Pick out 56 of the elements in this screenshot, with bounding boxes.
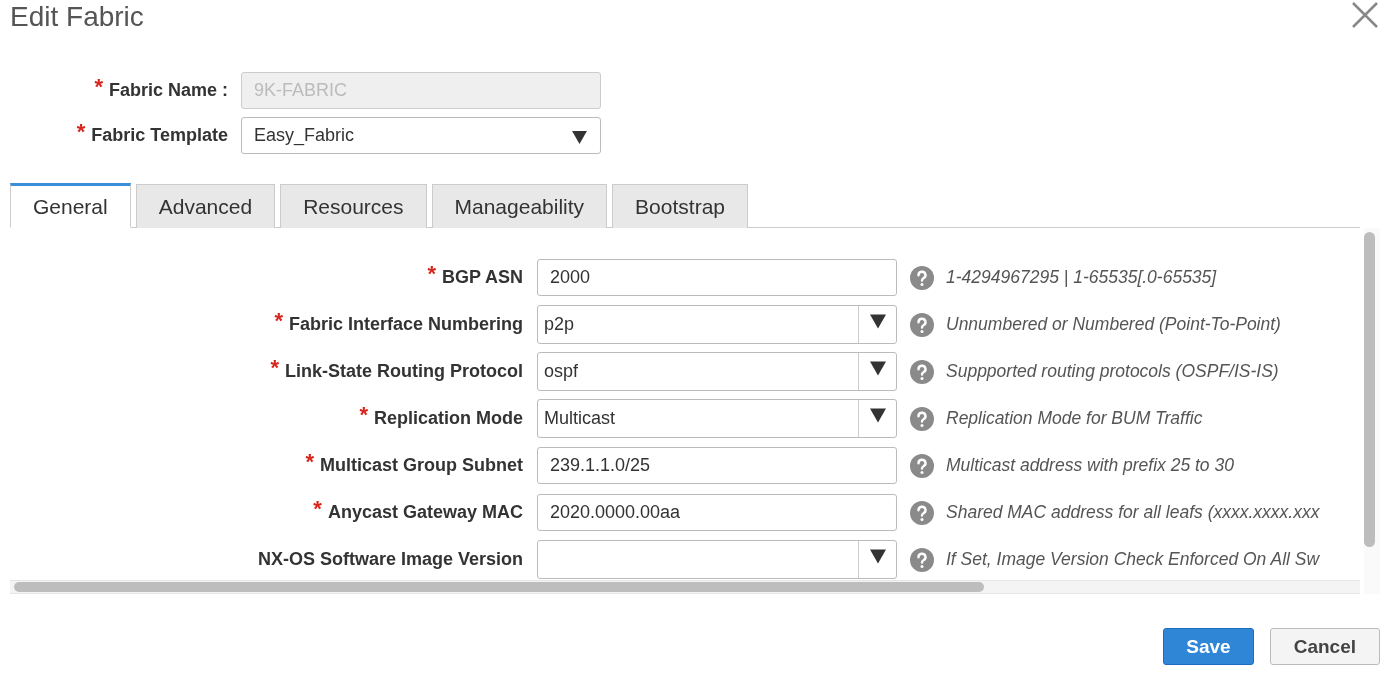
field-label: Multicast Group Subnet <box>320 455 523 476</box>
help-text: If Set, Image Version Check Enforced On All Sw <box>946 549 1320 570</box>
dialog-title: Edit Fabric <box>10 0 144 34</box>
cancel-button[interactable]: Cancel <box>1269 628 1380 665</box>
required-asterisk: * <box>427 262 436 285</box>
required-asterisk: * <box>76 120 86 143</box>
select-field[interactable] <box>537 540 897 579</box>
tab[interactable]: Bootstrap <box>612 184 748 228</box>
required-asterisk: * <box>94 75 103 98</box>
field-label: Replication Mode <box>374 408 523 429</box>
caret-icon <box>869 549 886 564</box>
close-icon <box>1350 0 1380 30</box>
tab[interactable]: Resources <box>280 184 427 228</box>
field-label: Fabric Template <box>91 125 228 146</box>
select-field[interactable]: ospf <box>537 352 897 391</box>
field-label: NX-OS Software Image Version <box>257 549 523 570</box>
help-icon[interactable] <box>910 406 934 431</box>
help-text: 1-4294967295 | 1-65535[.0-65535] <box>946 267 1217 288</box>
required-asterisk: * <box>359 403 368 426</box>
select-field[interactable]: Multicast <box>537 399 897 438</box>
field-label: Fabric Interface Numbering <box>288 314 523 335</box>
field-label: Link-State Routing Protocol <box>285 361 523 382</box>
help-icon[interactable] <box>910 500 934 525</box>
field-label: Anycast Gateway MAC <box>327 502 523 523</box>
help-text: Unnumbered or Numbered (Point-To-Point) <box>946 314 1281 335</box>
select-field[interactable]: p2p <box>537 305 897 344</box>
caret-icon <box>869 314 886 329</box>
input-field[interactable]: 2000 <box>537 259 897 296</box>
help-icon[interactable] <box>910 359 934 384</box>
caret-icon <box>869 408 886 423</box>
input-field[interactable]: 239.1.1.0/25 <box>537 447 897 484</box>
tab[interactable]: Manageability <box>431 184 608 228</box>
help-text: Replication Mode for BUM Traffic <box>946 408 1203 429</box>
help-text: Multicast address with prefix 25 to 30 <box>946 455 1234 476</box>
help-icon[interactable] <box>910 547 934 572</box>
help-icon[interactable] <box>910 265 934 290</box>
caret-icon <box>869 361 886 376</box>
vertical-scrollbar[interactable] <box>1364 228 1380 594</box>
required-asterisk: * <box>313 497 322 520</box>
required-asterisk: * <box>305 450 314 473</box>
input-field[interactable]: 2020.0000.00aa <box>537 494 897 531</box>
help-icon[interactable] <box>910 312 934 337</box>
close-button[interactable] <box>1350 0 1380 30</box>
field-label: BGP ASN <box>441 267 523 288</box>
tab[interactable]: Advanced <box>135 184 276 228</box>
required-asterisk: * <box>270 356 279 379</box>
horizontal-scrollbar[interactable] <box>10 580 1360 594</box>
required-asterisk: * <box>274 309 283 332</box>
help-icon[interactable] <box>910 453 934 478</box>
save-button[interactable]: Save <box>1163 628 1254 665</box>
field-label: Fabric Name : <box>108 80 228 101</box>
tab[interactable]: General <box>10 183 131 228</box>
caret-icon <box>571 131 588 144</box>
help-text: Shared MAC address for all leafs (xxxx.xxxx.xxx <box>946 502 1320 523</box>
template-dropdown[interactable]: Easy_Fabric <box>241 117 601 154</box>
help-text: Suppported routing protocols (OSPF/IS-IS) <box>946 361 1279 382</box>
